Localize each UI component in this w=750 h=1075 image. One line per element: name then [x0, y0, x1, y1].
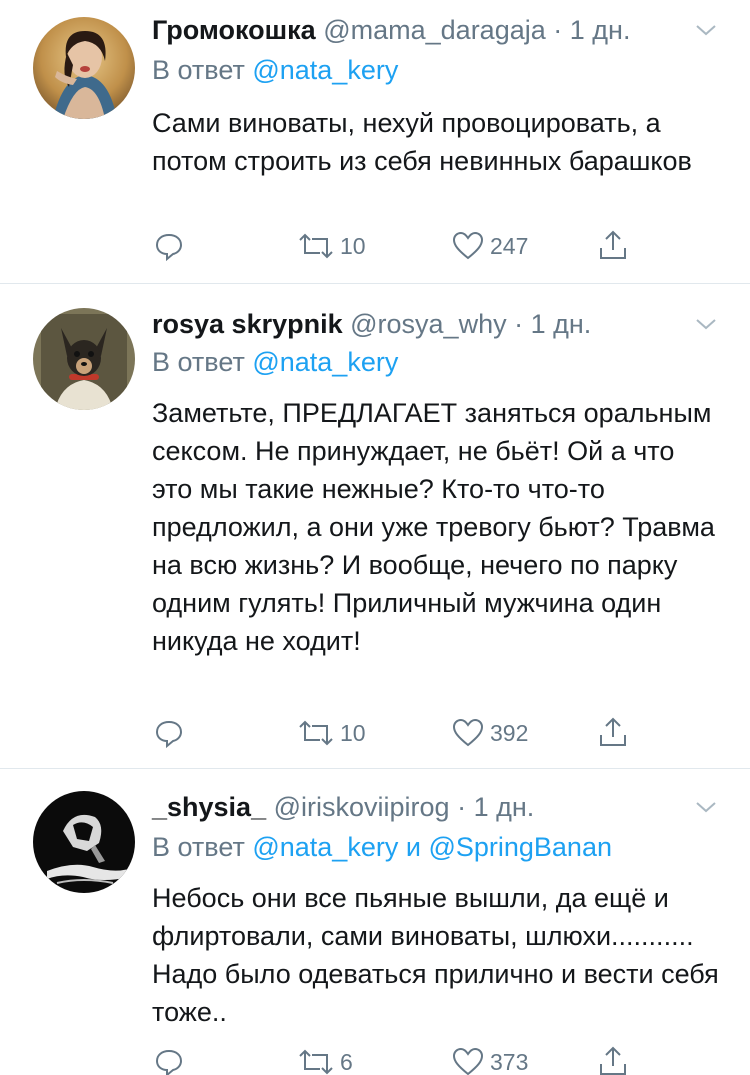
- retweet-button[interactable]: 6: [298, 1045, 353, 1075]
- like-count: 373: [490, 1048, 529, 1075]
- tweet-text: Небось они все пьяные вышли, да ещё и фл…: [152, 883, 719, 1027]
- reply-mention[interactable]: @nata_kery: [252, 55, 398, 85]
- avatar[interactable]: [33, 17, 135, 119]
- heart-icon: [452, 231, 484, 260]
- avatar-dark-figure-icon: [33, 791, 135, 893]
- avatar[interactable]: [33, 791, 135, 893]
- tweet-feed: Громокошка @mama_daragaja · 1 дн. В отве…: [0, 0, 750, 1075]
- chevron-down-icon[interactable]: [694, 795, 718, 819]
- avatar-woman-portrait-icon: [33, 17, 135, 119]
- tweet-text: Заметьте, ПРЕДЛАГАЕТ заняться оральным с…: [152, 398, 715, 656]
- timestamp[interactable]: 1 дн.: [570, 15, 631, 45]
- author-handle[interactable]: @iriskoviipirog: [274, 792, 450, 822]
- tweet-text: Сами виноваты, нехуй провоцировать, а по…: [152, 108, 692, 176]
- author-name[interactable]: _shysia_: [152, 792, 266, 822]
- like-button[interactable]: 373: [452, 1045, 528, 1075]
- like-button[interactable]: 392: [452, 716, 528, 750]
- chevron-down-icon[interactable]: [694, 312, 718, 336]
- reply-mention[interactable]: @SpringBanan: [428, 832, 612, 862]
- retweet-button[interactable]: 10: [298, 229, 366, 263]
- retweet-count: 10: [340, 719, 366, 746]
- share-icon: [600, 717, 626, 746]
- avatar-dog-portrait-icon: [33, 308, 135, 410]
- tweet-header: Громокошка @mama_daragaja · 1 дн.: [152, 10, 720, 50]
- reply-mention[interactable]: @nata_kery: [252, 832, 398, 862]
- reply-icon: [155, 720, 183, 748]
- share-button[interactable]: [598, 1045, 628, 1075]
- reply-button[interactable]: [154, 1045, 184, 1075]
- share-icon: [600, 230, 626, 259]
- author-handle[interactable]: @mama_daragaja: [323, 15, 546, 45]
- separator-dot: ·: [457, 792, 467, 822]
- reply-joiner: и: [405, 832, 421, 862]
- reply-icon: [155, 233, 183, 261]
- author-handle[interactable]: @rosya_why: [350, 309, 506, 339]
- timestamp[interactable]: 1 дн.: [531, 309, 592, 339]
- tweet-header: rosya skrypnik @rosya_why · 1 дн.: [152, 304, 720, 344]
- tweet[interactable]: _shysia_ @iriskoviipirog · 1 дн. В ответ…: [0, 769, 750, 1075]
- tweet-header: _shysia_ @iriskoviipirog · 1 дн.: [152, 787, 720, 827]
- retweet-icon: [299, 720, 333, 746]
- like-count: 392: [490, 719, 529, 746]
- retweet-icon: [299, 1049, 333, 1075]
- reply-icon: [155, 1049, 183, 1075]
- reply-prefix: В ответ: [152, 832, 245, 862]
- timestamp[interactable]: 1 дн.: [474, 792, 535, 822]
- reply-context: В ответ @nata_kery и @SpringBanan: [152, 827, 612, 867]
- retweet-icon: [299, 233, 333, 259]
- like-button[interactable]: 247: [452, 229, 528, 263]
- author-name[interactable]: rosya skrypnik: [152, 309, 343, 339]
- share-button[interactable]: [598, 229, 628, 263]
- share-icon: [600, 1046, 626, 1075]
- separator-dot: ·: [514, 309, 524, 339]
- reply-context: В ответ @nata_kery: [152, 50, 398, 90]
- reply-mention[interactable]: @nata_kery: [252, 347, 398, 377]
- heart-icon: [452, 1047, 484, 1075]
- reply-button[interactable]: [154, 229, 184, 263]
- reply-context: В ответ @nata_kery: [152, 342, 398, 382]
- heart-icon: [452, 718, 484, 747]
- retweet-count: 10: [340, 232, 366, 259]
- avatar[interactable]: [33, 308, 135, 410]
- tweet[interactable]: rosya skrypnik @rosya_why · 1 дн. В отве…: [0, 284, 750, 768]
- chevron-down-icon[interactable]: [694, 18, 718, 42]
- tweet-actions: 10 247: [152, 229, 672, 263]
- tweet[interactable]: Громокошка @mama_daragaja · 1 дн. В отве…: [0, 0, 750, 283]
- reply-button[interactable]: [154, 716, 184, 750]
- author-name[interactable]: Громокошка: [152, 15, 316, 45]
- tweet-actions: 10 392: [152, 716, 672, 750]
- retweet-count: 6: [340, 1048, 353, 1075]
- like-count: 247: [490, 232, 529, 259]
- reply-prefix: В ответ: [152, 347, 245, 377]
- reply-prefix: В ответ: [152, 55, 245, 85]
- share-button[interactable]: [598, 716, 628, 750]
- tweet-actions: 6 373: [152, 1045, 672, 1075]
- retweet-button[interactable]: 10: [298, 716, 366, 750]
- separator-dot: ·: [553, 15, 563, 45]
